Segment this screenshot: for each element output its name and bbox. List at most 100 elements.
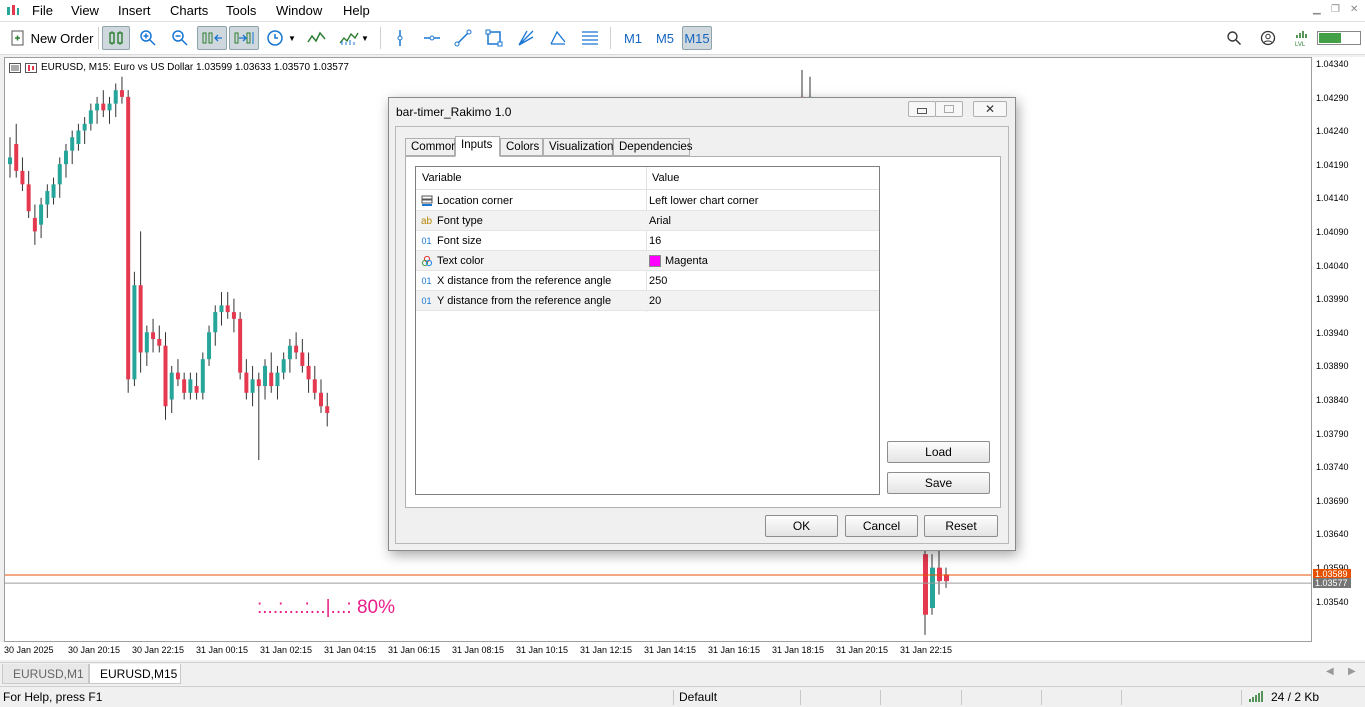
timeframe-m5-button[interactable]: M5: [651, 26, 679, 50]
candle-body: [144, 332, 149, 353]
load-button-label: Load: [925, 445, 952, 459]
time-axis[interactable]: 30 Jan 2025 30 Jan 20:15 30 Jan 22:15 31 Ja…: [0, 642, 1365, 660]
input-value-text: 16: [649, 235, 662, 247]
search-button[interactable]: [1223, 26, 1245, 50]
vertical-line-button[interactable]: [388, 26, 412, 50]
timeframe-m15-button[interactable]: M15: [682, 26, 712, 50]
input-value-text: Left lower chart corner: [649, 195, 759, 207]
price-tick-label: 1.03540: [1316, 596, 1349, 607]
menu-charts[interactable]: Charts: [170, 3, 208, 18]
status-divider: [673, 690, 674, 705]
cancel-button[interactable]: Cancel: [845, 515, 918, 537]
vps-button[interactable]: LVL: [1291, 26, 1313, 50]
candle-body: [151, 332, 156, 339]
candle-body: [275, 372, 280, 387]
price-tick-label: 1.04090: [1316, 227, 1349, 237]
input-value-text: 20: [649, 295, 662, 307]
input-value[interactable]: 250: [649, 275, 667, 287]
timeframe-m1-button[interactable]: M1: [619, 26, 647, 50]
fibonacci-retracement-button[interactable]: [578, 26, 602, 50]
horizontal-line-button[interactable]: [420, 26, 444, 50]
status-divider: [880, 690, 881, 705]
input-value[interactable]: Arial: [649, 215, 671, 227]
input-value-text: Arial: [649, 215, 672, 227]
dialog-maximize-button[interactable]: [935, 101, 963, 117]
input-row-font-type[interactable]: ab Font type Arial: [416, 211, 879, 231]
tab-scroll-right-icon[interactable]: ▶: [1348, 666, 1356, 677]
input-value[interactable]: Left lower chart corner: [649, 195, 758, 207]
tab-common[interactable]: Common: [405, 138, 458, 156]
menu-insert[interactable]: Insert: [118, 3, 151, 18]
templates-dropdown[interactable]: ▼: [335, 26, 373, 50]
candle-body: [300, 352, 305, 366]
time-tick-label: 31 Jan 14:15: [644, 645, 697, 655]
tab-inputs[interactable]: Inputs: [455, 136, 500, 157]
chart-shift-button[interactable]: [229, 26, 259, 50]
candle-body: [57, 164, 62, 185]
andrews-pitchfork-button[interactable]: [546, 26, 570, 50]
chart-candles-icon[interactable]: [25, 62, 37, 73]
price-tick-label: 1.03690: [1316, 495, 1349, 506]
load-button[interactable]: Load: [887, 441, 990, 463]
input-value-text: 250: [649, 275, 668, 287]
account-button[interactable]: [1257, 26, 1279, 50]
candle-body: [306, 365, 311, 380]
input-value[interactable]: Magenta: [649, 255, 708, 267]
tab-dependencies[interactable]: Dependencies: [613, 138, 693, 156]
fibonacci-fan-button[interactable]: [514, 26, 538, 50]
input-row-location-corner[interactable]: Location corner Left lower chart corner: [416, 191, 879, 211]
candle-body: [281, 359, 286, 373]
save-button[interactable]: Save: [887, 472, 990, 494]
candle-body: [188, 379, 193, 393]
candle-body: [287, 345, 292, 360]
periodicity-dropdown[interactable]: ▼: [262, 26, 300, 50]
input-row-font-size[interactable]: 01 Font size 16: [416, 231, 879, 251]
tab-visualization[interactable]: Visualization: [543, 138, 613, 156]
new-order-button[interactable]: New Order: [8, 26, 96, 50]
menu-file[interactable]: File: [32, 3, 53, 18]
chart-header: EURUSD, M15: Euro vs US Dollar 1.03599 1…: [9, 62, 349, 73]
ok-button[interactable]: OK: [765, 515, 838, 537]
dialog-minimize-button[interactable]: [908, 101, 936, 117]
auto-scroll-icon: [202, 32, 222, 44]
dialog-close-button[interactable]: ✕: [973, 101, 1007, 117]
horizontal-line-icon: [424, 35, 440, 41]
input-row-y-distance[interactable]: 01 Y distance from the reference angle 2…: [416, 291, 879, 311]
menu-view[interactable]: View: [71, 3, 99, 18]
rectangle-button[interactable]: [482, 26, 506, 50]
menu-help[interactable]: Help: [343, 3, 370, 18]
trend-line-button[interactable]: [451, 26, 475, 50]
input-row-text-color[interactable]: Text color Magenta: [416, 251, 879, 271]
input-value[interactable]: 20: [649, 295, 661, 307]
zoom-in-button[interactable]: [136, 26, 160, 50]
price-tick-label: 1.04240: [1316, 126, 1349, 137]
menu-tools[interactable]: Tools: [226, 3, 256, 18]
search-icon: [1227, 31, 1242, 46]
input-variable: Location corner: [437, 195, 513, 207]
input-value[interactable]: 16: [649, 235, 661, 247]
indicators-button[interactable]: [305, 26, 329, 50]
menu-window[interactable]: Window: [276, 3, 322, 18]
tab-colors[interactable]: Colors: [500, 138, 543, 156]
price-axis[interactable]: 1.04340 1.04290 1.04240 1.04190 1.04140 1.040…: [1312, 57, 1365, 642]
minimize-icon[interactable]: ▁: [1313, 4, 1321, 15]
candle-body: [113, 90, 118, 104]
candle-body: [51, 184, 56, 198]
inputs-grid[interactable]: Variable Value Location corner Left lowe…: [415, 166, 880, 495]
close-icon[interactable]: ✕: [1350, 4, 1358, 15]
chart-tab-eurusd-m15[interactable]: EURUSD,M15: [89, 664, 181, 684]
user-icon: [1260, 30, 1276, 46]
candle-body: [175, 372, 180, 380]
status-divider: [1241, 690, 1242, 705]
zoom-out-button[interactable]: [168, 26, 192, 50]
candlestick-chart-button[interactable]: [102, 26, 130, 50]
input-row-x-distance[interactable]: 01 X distance from the reference angle 2…: [416, 271, 879, 291]
restore-icon[interactable]: ❐: [1331, 4, 1340, 15]
auto-scroll-button[interactable]: [197, 26, 227, 50]
candle-body: [45, 191, 50, 205]
tab-scroll-left-icon[interactable]: ◀: [1326, 666, 1334, 677]
chart-menu-icon[interactable]: [9, 62, 21, 73]
input-value-text: Magenta: [665, 255, 708, 267]
chart-tab-eurusd-m1[interactable]: EURUSD,M1: [2, 664, 89, 684]
reset-button[interactable]: Reset: [924, 515, 998, 537]
